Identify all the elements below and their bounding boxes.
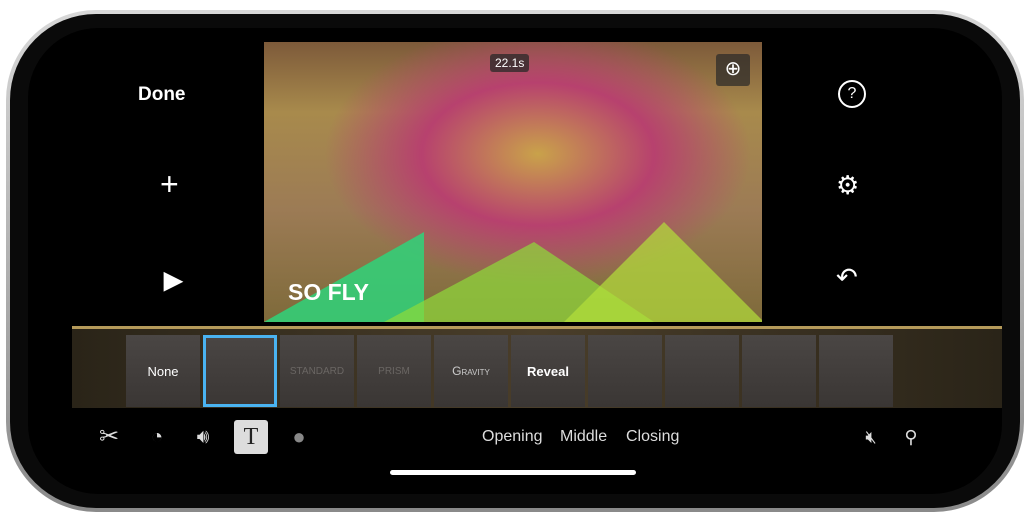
screen: Done + ▶ ? ⚙ ↶ 22.1s ⊕ SO FLY None STAND… <box>28 28 1002 494</box>
title-style-standard[interactable]: STANDARD <box>280 335 354 407</box>
title-style[interactable] <box>665 335 739 407</box>
undo-icon[interactable]: ↶ <box>836 262 858 293</box>
zoom-in-icon[interactable]: ⊕ <box>716 54 750 86</box>
help-button[interactable]: ? <box>838 80 866 108</box>
timeline[interactable]: None STANDARD PRISM Gravity Reveal <box>72 326 1002 408</box>
title-style-prism[interactable]: PRISM <box>357 335 431 407</box>
text-icon[interactable]: T <box>234 420 268 454</box>
play-icon[interactable]: ▶ <box>164 266 182 295</box>
location-pin-icon[interactable]: ⚲ <box>894 420 928 454</box>
scissors-icon[interactable]: ✂ <box>92 420 126 454</box>
done-button[interactable]: Done <box>138 84 186 106</box>
title-style[interactable] <box>742 335 816 407</box>
title-style-gravity[interactable]: Gravity <box>434 335 508 407</box>
video-preview[interactable]: 22.1s ⊕ SO FLY <box>264 42 762 322</box>
filters-icon[interactable]: ● <box>282 420 316 454</box>
speed-icon[interactable]: ◔ <box>140 420 174 454</box>
position-opening[interactable]: Opening <box>482 428 543 446</box>
title-style-selected[interactable] <box>203 335 277 407</box>
position-middle[interactable]: Middle <box>560 428 607 446</box>
title-style[interactable] <box>819 335 893 407</box>
title-overlay: SO FLY <box>288 279 369 305</box>
duration-label: 22.1s <box>490 54 530 72</box>
playhead-line <box>72 326 1002 329</box>
title-style-none[interactable]: None <box>126 335 200 407</box>
plus-icon[interactable]: + <box>160 166 179 203</box>
home-indicator <box>390 470 636 475</box>
title-style-picker: None STANDARD PRISM Gravity Reveal <box>126 335 893 407</box>
reveal-shape <box>564 222 762 322</box>
position-closing[interactable]: Closing <box>626 428 679 446</box>
title-style-reveal[interactable]: Reveal <box>511 335 585 407</box>
volume-icon[interactable]: 🔊︎ <box>186 420 220 454</box>
title-style[interactable] <box>588 335 662 407</box>
mute-icon[interactable]: 🔇︎ <box>854 420 888 454</box>
gear-icon[interactable]: ⚙ <box>836 170 859 201</box>
